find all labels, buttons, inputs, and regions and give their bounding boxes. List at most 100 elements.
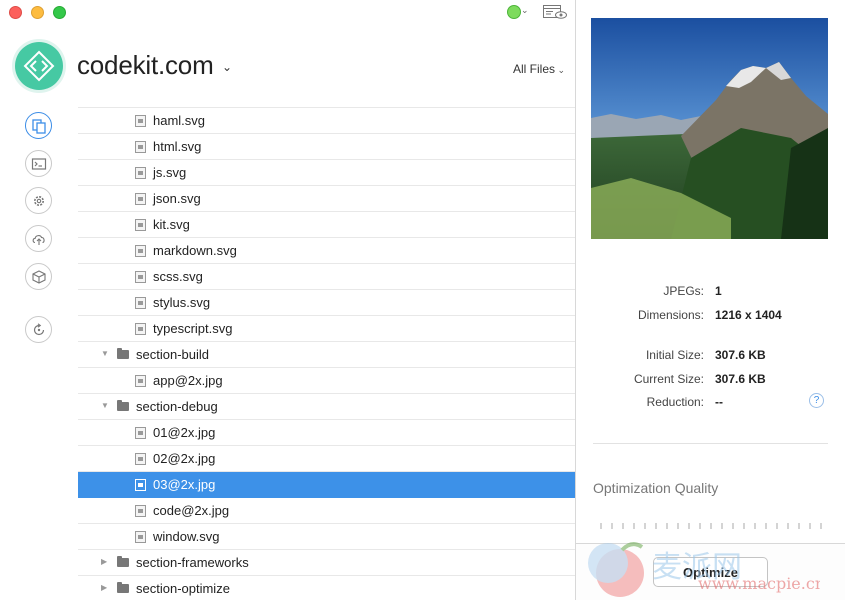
row-label: kit.svg [153,217,190,232]
files-icon [31,118,46,134]
image-file-icon [135,245,146,257]
image-file-icon [135,375,146,387]
row-label: haml.svg [153,113,206,128]
browser-preview-icon[interactable] [543,5,567,20]
sidebar-log-button[interactable] [25,150,52,177]
image-file-icon [135,115,146,127]
image-file-icon [135,453,146,465]
row-label: app@2x.jpg [153,373,223,388]
image-file-icon [135,479,146,491]
file-row[interactable]: code@2x.jpg [78,498,575,524]
folder-icon [117,348,129,359]
folder-row[interactable]: ▼ section-build [78,342,575,368]
file-row[interactable]: app@2x.jpg [78,368,575,394]
project-menu-chevron-icon[interactable]: ⌄ [222,60,232,74]
file-row[interactable]: typescript.svg [78,316,575,342]
file-filter-dropdown[interactable]: All Files ⌄ [513,62,565,76]
row-label: scss.svg [153,269,203,284]
row-label: 01@2x.jpg [153,425,216,440]
file-row[interactable]: html.svg [78,134,575,160]
sidebar-settings-button[interactable] [25,187,52,214]
codekit-logo[interactable] [15,42,63,90]
sidebar-packages-button[interactable] [25,263,52,290]
terminal-icon [31,157,46,170]
jpegs-value: 1 [715,284,722,298]
current-size-value: 307.6 KB [715,372,766,386]
file-row[interactable]: markdown.svg [78,238,575,264]
help-icon[interactable]: ? [809,393,824,408]
minimize-window-button[interactable] [31,6,44,19]
table-row-partial [78,94,575,108]
zoom-window-button[interactable] [53,6,66,19]
chevron-down-icon[interactable]: ⌄ [521,5,529,16]
row-label: section-optimize [136,581,230,596]
file-row[interactable]: json.svg [78,186,575,212]
file-row[interactable]: stylus.svg [78,290,575,316]
row-label: typescript.svg [153,321,233,336]
row-label: section-debug [136,399,218,414]
file-row[interactable]: 03@2x.jpg [78,472,575,498]
file-tree[interactable]: haml.svg html.svg js.svg json.svg kit.svg mar… [78,94,575,600]
file-row[interactable]: window.svg [78,524,575,550]
reduction-label: Reduction: [646,395,704,409]
reduction-value: -- [715,395,723,409]
disclosure-expanded-icon[interactable]: ▼ [101,401,109,410]
sidebar-refresh-button[interactable] [25,316,52,343]
project-title[interactable]: codekit.com [77,50,214,81]
dimensions-value: 1216 x 1404 [715,308,782,322]
file-row[interactable]: scss.svg [78,264,575,290]
row-label: json.svg [153,191,201,206]
image-file-icon [135,297,146,309]
cube-icon [31,269,46,284]
file-row[interactable]: kit.svg [78,212,575,238]
row-label: stylus.svg [153,295,211,310]
watermark-logo: 麦派网 www.macpie.cn [588,542,820,597]
row-label: code@2x.jpg [153,503,230,518]
row-label: 03@2x.jpg [153,477,216,492]
folder-icon [117,556,129,567]
folder-row[interactable]: ▶ section-frameworks [78,550,575,576]
refresh-icon [33,322,44,335]
current-size-label: Current Size: [633,372,704,386]
file-rows: haml.svg html.svg js.svg json.svg kit.svg mar… [78,108,575,600]
server-status-indicator[interactable] [507,5,521,19]
folder-icon [117,582,129,593]
chevron-down-icon: ⌄ [555,65,566,75]
code-brackets-icon [23,50,55,82]
sidebar-publish-button[interactable] [25,225,52,252]
disclosure-expanded-icon[interactable]: ▼ [101,349,109,358]
image-preview [591,18,828,239]
row-label: window.svg [153,529,220,544]
folder-row[interactable]: ▼ section-debug [78,394,575,420]
row-label: section-frameworks [136,555,249,570]
cloud-upload-icon [32,234,45,245]
image-file-icon [135,193,146,205]
disclosure-collapsed-icon[interactable]: ▶ [101,557,107,566]
dimensions-label: Dimensions: [637,308,704,322]
row-label: section-build [136,347,209,362]
row-label: 02@2x.jpg [153,451,216,466]
file-row[interactable]: haml.svg [78,108,575,134]
file-row[interactable]: 02@2x.jpg [78,446,575,472]
image-file-icon [135,219,146,231]
image-file-icon [135,323,146,335]
row-label: html.svg [153,139,202,154]
pane-divider[interactable] [575,0,576,600]
initial-size-value: 307.6 KB [715,348,766,362]
file-row[interactable]: 01@2x.jpg [78,420,575,446]
gear-icon [33,195,44,206]
quality-slider[interactable] [600,522,822,530]
file-row[interactable]: js.svg [78,160,575,186]
disclosure-collapsed-icon[interactable]: ▶ [101,583,107,592]
jpegs-label: JPEGs: [663,284,704,298]
folder-row[interactable]: ▶ section-optimize [78,576,575,600]
filter-label: All Files [513,62,556,76]
close-window-button[interactable] [9,6,22,19]
row-label: js.svg [153,165,187,180]
image-file-icon [135,427,146,439]
image-file-icon [135,141,146,153]
image-file-icon [135,531,146,543]
window-controls [9,6,66,19]
sidebar-files-button[interactable] [25,112,52,139]
row-label: markdown.svg [153,243,237,258]
